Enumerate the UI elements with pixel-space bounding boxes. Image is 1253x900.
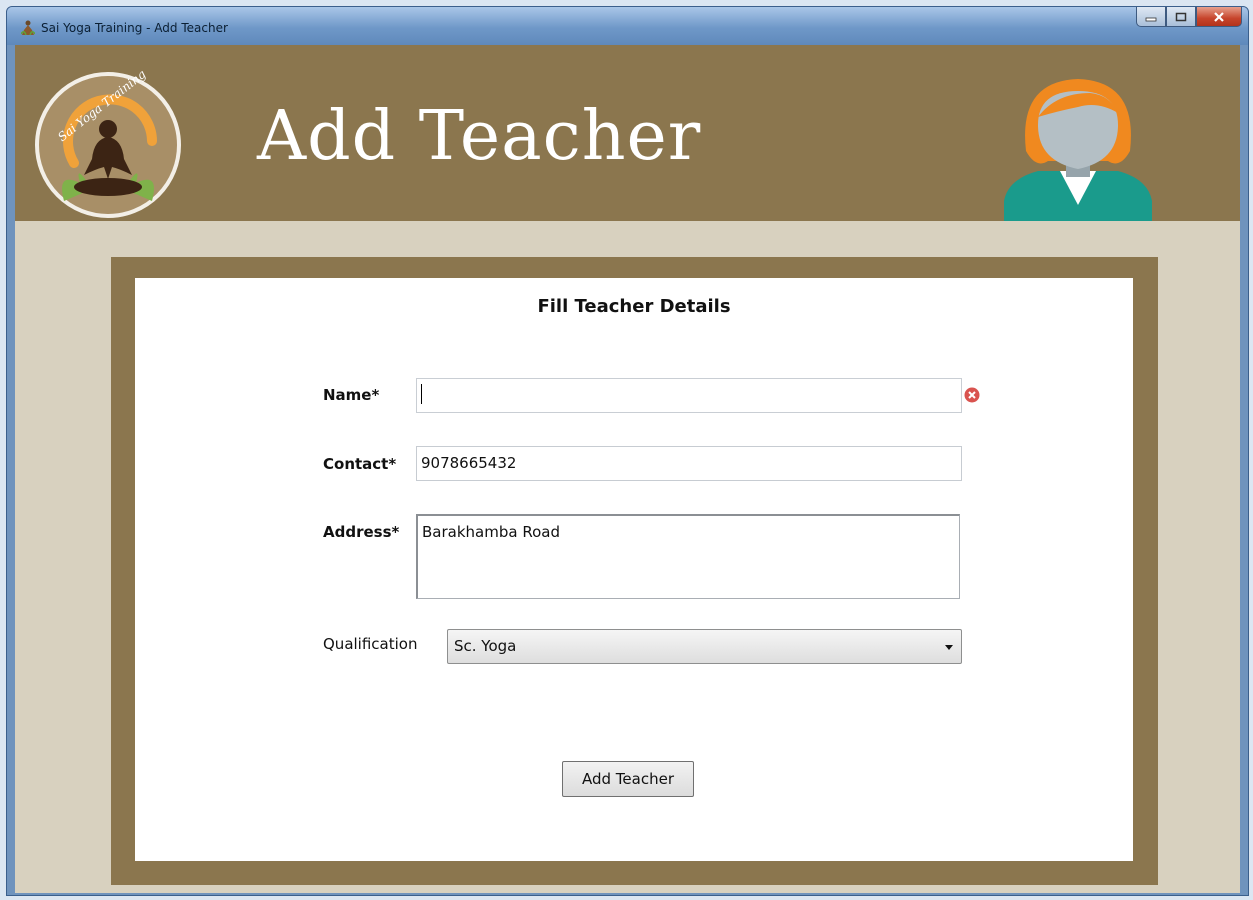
error-icon (964, 387, 980, 403)
window-title: Sai Yoga Training - Add Teacher (41, 21, 228, 35)
qualification-value: Sc. Yoga (454, 637, 517, 655)
address-textarea[interactable]: Barakhamba Road (416, 514, 960, 599)
form-card: Fill Teacher Details Name* Contact* 9078… (135, 278, 1133, 861)
maximize-button[interactable] (1166, 7, 1196, 27)
contact-label: Contact* (323, 455, 397, 473)
meditation-icon (21, 20, 35, 36)
add-teacher-button[interactable]: Add Teacher (562, 761, 694, 797)
address-value: Barakhamba Road (422, 523, 560, 541)
contact-input[interactable]: 9078665432 (416, 446, 962, 481)
name-label: Name* (323, 386, 380, 404)
qualification-select[interactable]: Sc. Yoga (447, 629, 962, 664)
form-panel: Fill Teacher Details Name* Contact* 9078… (111, 257, 1158, 885)
close-icon (1214, 11, 1224, 22)
form-heading: Fill Teacher Details (537, 296, 731, 317)
minimize-icon (1145, 17, 1157, 21)
chevron-down-icon (945, 645, 953, 650)
qualification-label: Qualification (323, 635, 418, 653)
yoga-logo: Sai Yoga Training (35, 71, 181, 218)
name-input[interactable] (416, 378, 962, 413)
app-window: Sai Yoga Training - Add Teacher Sai Yoga… (6, 6, 1249, 896)
close-button[interactable] (1196, 7, 1242, 27)
minimize-button[interactable] (1136, 7, 1166, 27)
window-controls (1136, 7, 1242, 29)
address-label: Address* (323, 523, 400, 541)
client-area: Sai Yoga Training Add Teacher Fill Teach… (15, 45, 1240, 893)
page-title: Add Teacher (257, 97, 702, 176)
title-bar[interactable]: Sai Yoga Training - Add Teacher (7, 7, 1248, 45)
header-banner: Sai Yoga Training Add Teacher (15, 45, 1240, 221)
teacher-avatar-icon (1004, 79, 1152, 221)
contact-value: 9078665432 (421, 454, 517, 472)
text-caret (421, 383, 422, 404)
maximize-icon (1175, 12, 1187, 21)
